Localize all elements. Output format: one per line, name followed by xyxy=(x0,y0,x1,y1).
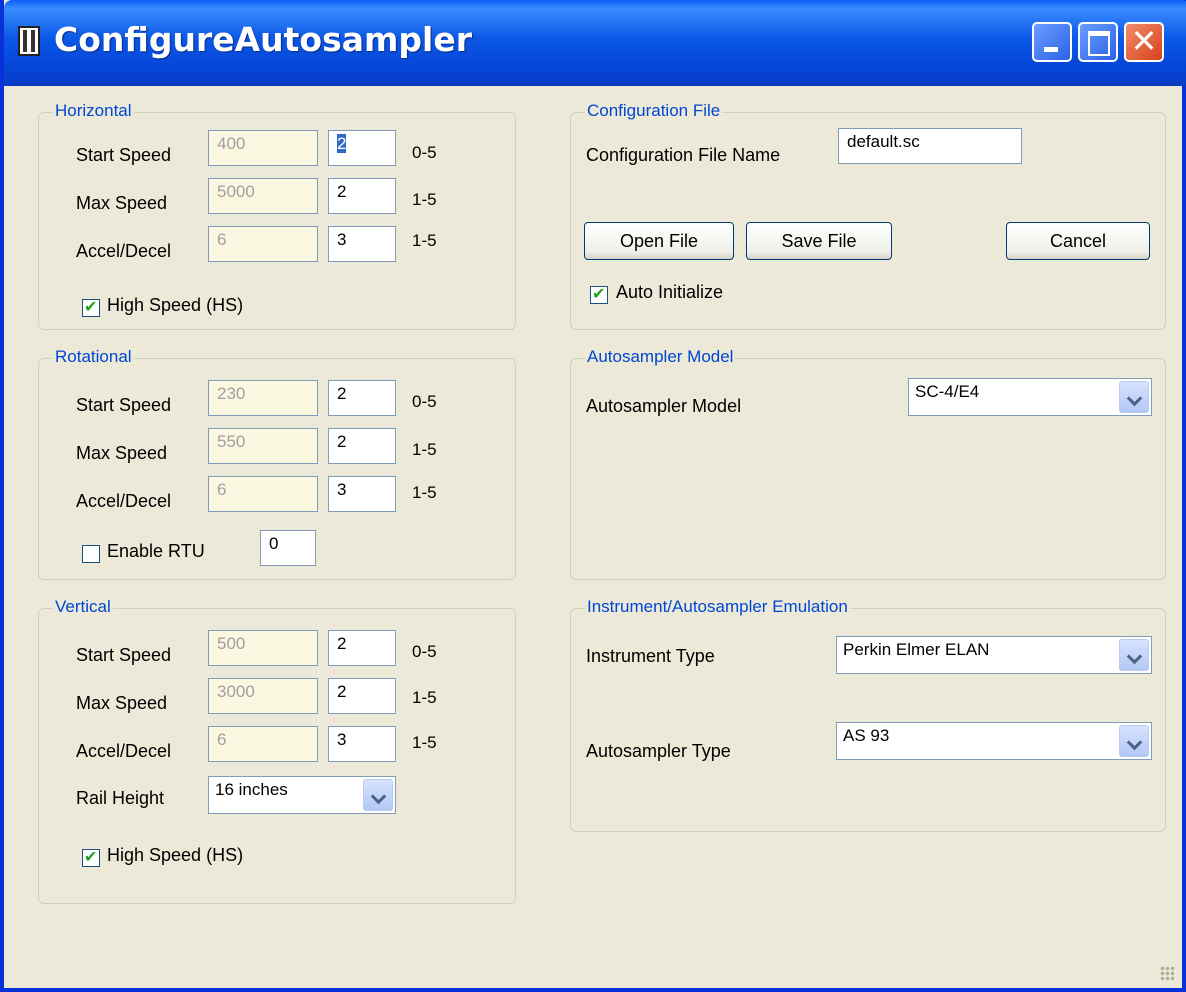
vertical-start-speed-input[interactable]: 2 xyxy=(328,630,396,666)
instrument-type-select[interactable]: Perkin Elmer ELAN xyxy=(836,636,1152,674)
horizontal-accel-input[interactable]: 3 xyxy=(328,226,396,262)
enable-rtu-checkbox[interactable] xyxy=(82,545,100,563)
vertical-accel-input[interactable]: 3 xyxy=(328,726,396,762)
vertical-legend: Vertical xyxy=(53,597,113,617)
autosampler-type-value: AS 93 xyxy=(843,726,890,745)
rotational-max-speed-range: 1-5 xyxy=(412,440,437,459)
horizontal-accel-label: Accel/Decel xyxy=(76,241,172,261)
chevron-down-icon[interactable] xyxy=(1119,381,1149,413)
rotational-max-speed-label: Max Speed xyxy=(76,443,168,463)
config-file-name-input[interactable]: default.sc xyxy=(838,128,1022,164)
configure-autosampler-window: ConfigureAutosampler ✕ Horizontal Start … xyxy=(0,0,1186,992)
rotational-start-speed-readonly: 230 xyxy=(208,380,318,416)
rotational-max-speed-readonly: 550 xyxy=(208,428,318,464)
config-file-name-label: Configuration File Name xyxy=(586,145,781,165)
minimize-button[interactable] xyxy=(1032,22,1072,62)
autosampler-model-legend: Autosampler Model xyxy=(585,347,736,367)
rotational-max-speed-input[interactable]: 2 xyxy=(328,428,396,464)
vertical-start-speed-range: 0-5 xyxy=(412,642,437,661)
rail-height-select[interactable]: 16 inches xyxy=(208,776,396,814)
vertical-high-speed-label: High Speed (HS) xyxy=(107,845,244,865)
horizontal-legend: Horizontal xyxy=(53,101,134,121)
rtu-input[interactable]: 0 xyxy=(260,530,316,566)
autosampler-model-label: Autosampler Model xyxy=(586,396,742,416)
save-file-button[interactable]: Save File xyxy=(746,222,892,260)
horizontal-start-speed-label: Start Speed xyxy=(76,145,172,165)
configuration-file-legend: Configuration File xyxy=(585,101,723,121)
autosampler-type-select[interactable]: AS 93 xyxy=(836,722,1152,760)
close-icon: ✕ xyxy=(1130,22,1158,60)
horizontal-accel-range: 1-5 xyxy=(412,231,437,250)
vertical-accel-label: Accel/Decel xyxy=(76,741,172,761)
rotational-accel-label: Accel/Decel xyxy=(76,491,172,511)
vertical-high-speed-checkbox[interactable] xyxy=(82,847,100,867)
instrument-type-value: Perkin Elmer ELAN xyxy=(843,640,990,659)
vertical-start-speed-label: Start Speed xyxy=(76,645,172,665)
horizontal-max-speed-label: Max Speed xyxy=(76,193,168,213)
resize-grip[interactable] xyxy=(1160,966,1174,980)
vertical-max-speed-readonly: 3000 xyxy=(208,678,318,714)
horizontal-max-speed-readonly: 5000 xyxy=(208,178,318,214)
vertical-max-speed-input[interactable]: 2 xyxy=(328,678,396,714)
maximize-button[interactable] xyxy=(1078,22,1118,62)
autosampler-model-select[interactable]: SC-4/E4 xyxy=(908,378,1152,416)
rotational-accel-range: 1-5 xyxy=(412,483,437,502)
title-bar[interactable]: ConfigureAutosampler ✕ xyxy=(4,0,1186,86)
vertical-accel-range: 1-5 xyxy=(412,733,437,752)
window-title: ConfigureAutosampler xyxy=(54,20,472,59)
rail-height-value: 16 inches xyxy=(215,780,288,799)
rotational-start-speed-label: Start Speed xyxy=(76,395,172,415)
horizontal-high-speed-checkbox[interactable] xyxy=(82,297,100,317)
vertical-accel-readonly: 6 xyxy=(208,726,318,762)
vertical-max-speed-label: Max Speed xyxy=(76,693,168,713)
autosampler-model-value: SC-4/E4 xyxy=(915,382,980,401)
horizontal-start-speed-readonly: 400 xyxy=(208,130,318,166)
close-button[interactable]: ✕ xyxy=(1124,22,1164,62)
autosampler-type-label: Autosampler Type xyxy=(586,741,731,761)
horizontal-start-speed-input[interactable]: 2 xyxy=(328,130,396,166)
instrument-type-label: Instrument Type xyxy=(586,646,715,666)
rotational-start-speed-range: 0-5 xyxy=(412,392,437,411)
auto-initialize-checkbox[interactable] xyxy=(590,284,608,304)
rail-height-label: Rail Height xyxy=(76,788,165,808)
horizontal-start-speed-range: 0-5 xyxy=(412,143,437,162)
open-file-button[interactable]: Open File xyxy=(584,222,734,260)
rotational-legend: Rotational xyxy=(53,347,134,367)
chevron-down-icon[interactable] xyxy=(363,779,393,811)
rotational-accel-readonly: 6 xyxy=(208,476,318,512)
rotational-accel-input[interactable]: 3 xyxy=(328,476,396,512)
horizontal-accel-readonly: 6 xyxy=(208,226,318,262)
vertical-start-speed-readonly: 500 xyxy=(208,630,318,666)
chevron-down-icon[interactable] xyxy=(1119,639,1149,671)
rotational-start-speed-input[interactable]: 2 xyxy=(328,380,396,416)
emulation-legend: Instrument/Autosampler Emulation xyxy=(585,597,850,617)
app-icon xyxy=(18,26,40,56)
vertical-max-speed-range: 1-5 xyxy=(412,688,437,707)
horizontal-high-speed-label: High Speed (HS) xyxy=(107,295,244,315)
chevron-down-icon[interactable] xyxy=(1119,725,1149,757)
cancel-button[interactable]: Cancel xyxy=(1006,222,1150,260)
horizontal-max-speed-range: 1-5 xyxy=(412,190,437,209)
horizontal-max-speed-input[interactable]: 2 xyxy=(328,178,396,214)
enable-rtu-label: Enable RTU xyxy=(107,541,205,561)
auto-initialize-label: Auto Initialize xyxy=(616,282,724,302)
